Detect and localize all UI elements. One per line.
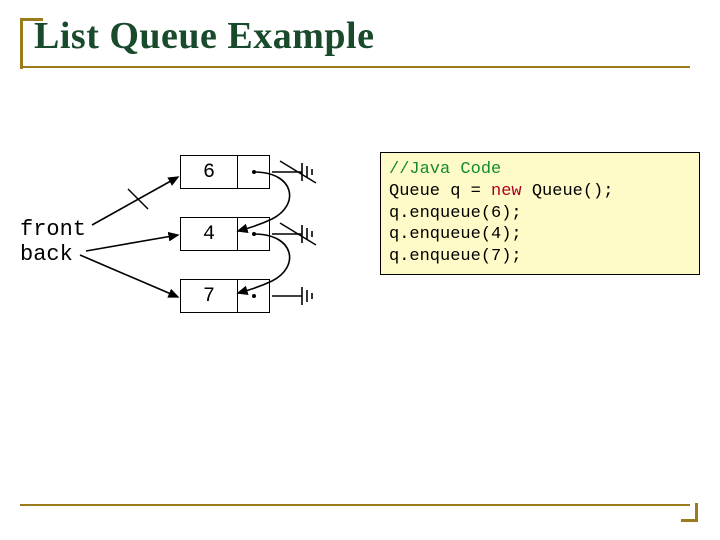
code-line-2b: Queue(); [522, 182, 614, 201]
null-icon-2 [272, 223, 316, 245]
title-area: List Queue Example [28, 14, 374, 58]
code-box: //Java Code Queue q = new Queue(); q.enq… [380, 152, 700, 275]
code-line-4: q.enqueue(4); [389, 225, 522, 244]
arrow-node1-to-node2 [238, 172, 290, 231]
title-accent [20, 18, 43, 69]
bottom-rule [20, 504, 690, 506]
code-line-3: q.enqueue(6); [389, 204, 522, 223]
queue-diagram: front back 6 4 7 [20, 155, 350, 375]
code-line-2a: Queue q = [389, 182, 491, 201]
keyword-new: new [491, 182, 522, 201]
strike-icon [128, 189, 148, 209]
arrow-back-current [80, 255, 178, 297]
diagram-arrows [20, 155, 350, 375]
slide: List Queue Example front back 6 4 7 [0, 0, 720, 540]
pointer-dot-icon [252, 294, 256, 298]
pointer-dot-icon [252, 170, 256, 174]
arrow-back-old [86, 235, 178, 251]
null-icon-3 [272, 287, 312, 305]
code-comment: //Java Code [389, 160, 501, 179]
code-line-5: q.enqueue(7); [389, 247, 522, 266]
arrow-node2-to-node3 [238, 234, 290, 293]
page-title: List Queue Example [28, 14, 374, 58]
pointer-dot-icon [252, 232, 256, 236]
arrow-front-old [92, 177, 178, 225]
title-underline [20, 66, 690, 68]
null-icon-1 [272, 161, 316, 183]
bottom-accent [681, 503, 698, 522]
